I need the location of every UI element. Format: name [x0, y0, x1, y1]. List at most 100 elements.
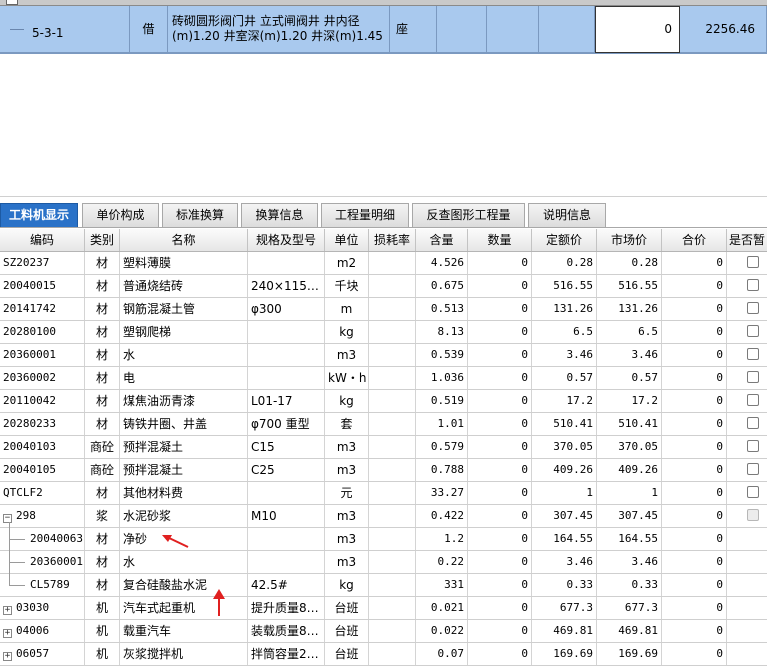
cell-unit[interactable]: m3: [325, 459, 369, 481]
cell-content[interactable]: 0.788: [416, 459, 468, 481]
cell-content[interactable]: 0.021: [416, 597, 468, 619]
cell-total[interactable]: 0: [662, 620, 727, 642]
cell-spec[interactable]: φ700 重型: [248, 413, 325, 435]
quota-price-cell[interactable]: 2256.46: [680, 6, 767, 53]
quota-quantity-cell[interactable]: 0: [595, 6, 680, 53]
cell-unit[interactable]: 台班: [325, 597, 369, 619]
provisional-checkbox[interactable]: [747, 440, 759, 452]
provisional-checkbox[interactable]: [747, 371, 759, 383]
cell-code[interactable]: +03030: [0, 597, 85, 619]
cell-name[interactable]: 其他材料费: [120, 482, 248, 504]
cell-name[interactable]: 预拌混凝土: [120, 459, 248, 481]
cell-code[interactable]: 20040103: [0, 436, 85, 458]
collapse-toggle-icon[interactable]: −: [3, 514, 12, 523]
provisional-checkbox[interactable]: [747, 348, 759, 360]
tab-standard-conversion[interactable]: 标准换算: [162, 203, 238, 227]
col-header-loss-rate[interactable]: 损耗率: [369, 229, 416, 251]
tab-reverse-check-graphic[interactable]: 反查图形工程量: [412, 203, 525, 227]
cell-quota-price[interactable]: 6.5: [532, 321, 597, 343]
cell-total[interactable]: 0: [662, 643, 727, 665]
cell-quota-price[interactable]: 677.3: [532, 597, 597, 619]
tab-description-info[interactable]: 说明信息: [528, 203, 606, 227]
table-row[interactable]: CL5789 材复合硅酸盐水泥 42.5# kg 331 0 0.33 0.33 0: [0, 574, 767, 597]
cell-loss-rate[interactable]: [369, 528, 416, 550]
cell-quota-price[interactable]: 17.2: [532, 390, 597, 412]
cell-code[interactable]: +06057: [0, 643, 85, 665]
table-row[interactable]: 20360001 材水 m3 0.22 0 3.46 3.46 0: [0, 551, 767, 574]
table-row[interactable]: 20141742 材钢筋混凝土管 φ300 m 0.513 0 131.26 131.26 0: [0, 298, 767, 321]
col-header-type[interactable]: 类别: [85, 229, 120, 251]
cell-unit[interactable]: kg: [325, 574, 369, 596]
cell-quantity[interactable]: 0: [468, 551, 532, 573]
cell-quota-price[interactable]: 169.69: [532, 643, 597, 665]
cell-loss-rate[interactable]: [369, 505, 416, 527]
cell-spec[interactable]: M10: [248, 505, 325, 527]
cell-code[interactable]: −298: [0, 505, 85, 527]
cell-total[interactable]: 0: [662, 367, 727, 389]
expand-toggle-icon[interactable]: +: [3, 652, 12, 661]
cell-code[interactable]: 20280100: [0, 321, 85, 343]
cell-content[interactable]: 8.13: [416, 321, 468, 343]
cell-loss-rate[interactable]: [369, 459, 416, 481]
cell-quantity[interactable]: 0: [468, 482, 532, 504]
provisional-checkbox[interactable]: [747, 302, 759, 314]
cell-spec[interactable]: C15: [248, 436, 325, 458]
cell-market-price[interactable]: 0.33: [597, 574, 662, 596]
cell-loss-rate[interactable]: [369, 436, 416, 458]
cell-market-price[interactable]: 516.55: [597, 275, 662, 297]
cell-market-price[interactable]: 17.2: [597, 390, 662, 412]
col-header-spec[interactable]: 规格及型号: [248, 229, 325, 251]
cell-quota-price[interactable]: 469.81: [532, 620, 597, 642]
cell-content[interactable]: 0.07: [416, 643, 468, 665]
cell-market-price[interactable]: 3.46: [597, 551, 662, 573]
table-row[interactable]: 20110042 材煤焦油沥青漆 L01-17 kg 0.519 0 17.2 17.2 0: [0, 390, 767, 413]
cell-type[interactable]: 机: [85, 597, 120, 619]
cell-quota-price[interactable]: 409.26: [532, 459, 597, 481]
cell-type[interactable]: 机: [85, 620, 120, 642]
cell-quantity[interactable]: 0: [468, 574, 532, 596]
cell-content[interactable]: 1.036: [416, 367, 468, 389]
cell-spec[interactable]: [248, 367, 325, 389]
quota-empty-cell-1[interactable]: [437, 6, 487, 53]
table-row[interactable]: QTCLF2 材其他材料费元 33.27 0 1 1 0: [0, 482, 767, 505]
cell-loss-rate[interactable]: [369, 252, 416, 274]
cell-code[interactable]: 20280233: [0, 413, 85, 435]
cell-market-price[interactable]: 164.55: [597, 528, 662, 550]
table-row[interactable]: 20040015 材普通烧结砖 240×115… 千块 0.675 0 516.55 516.…: [0, 275, 767, 298]
cell-content[interactable]: 0.539: [416, 344, 468, 366]
cell-type[interactable]: 商砼: [85, 459, 120, 481]
cell-loss-rate[interactable]: [369, 482, 416, 504]
table-row[interactable]: +04006 机载重汽车 装载质量8… 台班 0.022 0 469.81 469.81 0: [0, 620, 767, 643]
cell-quota-price[interactable]: 307.45: [532, 505, 597, 527]
col-header-total[interactable]: 合价: [662, 229, 727, 251]
cell-quantity[interactable]: 0: [468, 252, 532, 274]
col-header-content[interactable]: 含量: [416, 229, 468, 251]
cell-total[interactable]: 0: [662, 505, 727, 527]
provisional-checkbox[interactable]: [747, 325, 759, 337]
cell-total[interactable]: 0: [662, 344, 727, 366]
cell-type[interactable]: 材: [85, 298, 120, 320]
cell-market-price[interactable]: 131.26: [597, 298, 662, 320]
cell-spec[interactable]: [248, 321, 325, 343]
cell-quota-price[interactable]: 0.57: [532, 367, 597, 389]
expand-toggle-icon[interactable]: +: [3, 629, 12, 638]
cell-market-price[interactable]: 169.69: [597, 643, 662, 665]
cell-unit[interactable]: kg: [325, 390, 369, 412]
cell-quantity[interactable]: 0: [468, 367, 532, 389]
cell-spec[interactable]: 42.5#: [248, 574, 325, 596]
table-row[interactable]: +06057 机灰浆搅拌机 拌筒容量2… 台班 0.07 0 169.69 169.69 0: [0, 643, 767, 666]
cell-spec[interactable]: [248, 252, 325, 274]
cell-quantity[interactable]: 0: [468, 275, 532, 297]
cell-quantity[interactable]: 0: [468, 643, 532, 665]
cell-content[interactable]: 4.526: [416, 252, 468, 274]
cell-name[interactable]: 复合硅酸盐水泥: [120, 574, 248, 596]
cell-unit[interactable]: m: [325, 298, 369, 320]
cell-market-price[interactable]: 677.3: [597, 597, 662, 619]
cell-spec[interactable]: φ300: [248, 298, 325, 320]
cell-content[interactable]: 0.513: [416, 298, 468, 320]
cell-market-price[interactable]: 469.81: [597, 620, 662, 642]
cell-type[interactable]: 材: [85, 367, 120, 389]
cell-total[interactable]: 0: [662, 528, 727, 550]
cell-market-price[interactable]: 510.41: [597, 413, 662, 435]
cell-unit[interactable]: m2: [325, 252, 369, 274]
